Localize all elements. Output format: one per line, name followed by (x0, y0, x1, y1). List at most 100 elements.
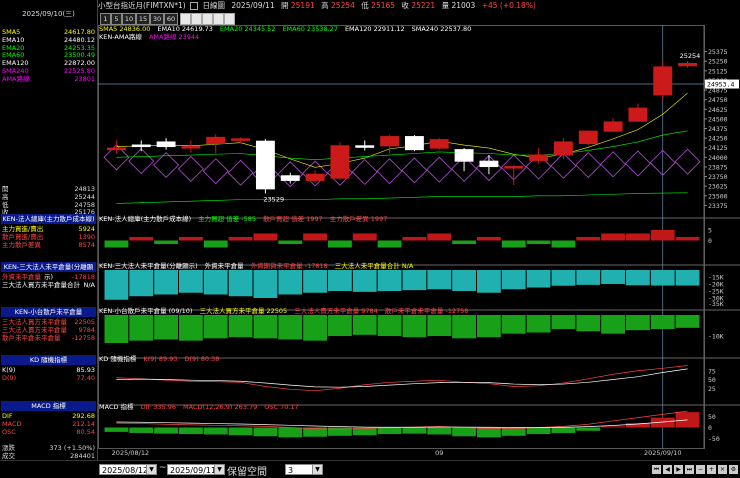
start-date-value: 2025/08/12 (102, 466, 149, 475)
high-value: 25254 (331, 1, 355, 10)
ma-line (116, 192, 688, 204)
candle-body (603, 121, 623, 132)
dropdown-icon[interactable] (190, 2, 199, 10)
chart-icon[interactable] (191, 13, 202, 25)
section-row-value: -17818 (71, 273, 95, 281)
section-header[interactable]: KD 隨機指標 (1, 355, 96, 365)
candle (305, 170, 325, 183)
zoom-in-icon[interactable]: + (707, 465, 716, 474)
zoom-out-icon[interactable]: − (696, 465, 705, 474)
y-tick-label: 24000 (708, 154, 728, 162)
settings-icon[interactable]: ⚙ (729, 465, 738, 474)
legend-entry: 主力散戶差異 1997 (329, 215, 388, 223)
bar (601, 426, 626, 428)
section-row-value: 80.54 (76, 427, 95, 436)
legend-main: SMA5 24836.00 EMA10 24619.73 EMA20 24345.5… (99, 25, 478, 33)
high-annotation: 25254 (680, 52, 701, 60)
close-icon[interactable]: × (718, 465, 727, 474)
section-header[interactable]: KEN-小台散戶未平倉量 (1, 307, 96, 317)
y-tick-label: 25125 (708, 67, 728, 75)
bar (253, 233, 278, 241)
bar (228, 315, 253, 338)
bar (402, 427, 427, 434)
first-icon[interactable]: ⏮ (652, 465, 661, 474)
interval-button-60[interactable]: 60 (164, 13, 178, 25)
section-row-value: 8574 (78, 240, 95, 249)
last-icon[interactable]: ⏭ (685, 465, 694, 474)
candle (206, 134, 226, 154)
candle (131, 140, 151, 152)
legend-entry: KD 隨機指標 (99, 355, 137, 363)
interval-button-15[interactable]: 15 (136, 13, 150, 25)
section-header[interactable]: KEN-三大法人未平倉量(分離顯示) (1, 262, 96, 281)
open-label: 開 (281, 1, 289, 10)
section-row: 三大法人賣方未平倉量 9784 (2, 326, 95, 334)
chevron-down-icon[interactable]: ▼ (312, 465, 322, 474)
y-tick-label: 75 (708, 367, 716, 375)
bar (154, 270, 179, 295)
bar (377, 315, 402, 336)
section-row-label: K(9) (2, 366, 16, 374)
low-label: 低 (361, 1, 369, 10)
ma-value: 24480.12 (63, 35, 95, 44)
bar (228, 270, 253, 297)
candle (578, 130, 598, 146)
end-date-picker[interactable]: 2025/09/11 ▼ (167, 464, 225, 475)
legend-entry: MACD 指標 (99, 403, 134, 411)
section-header[interactable]: KEN-法人總庫(主力散戶成本線) (1, 214, 96, 224)
interval-button-30[interactable]: 30 (150, 13, 164, 25)
reserve-input[interactable]: 3 ▼ (285, 464, 323, 475)
legend-entry: MACD(12,26,9) 263.79 (183, 403, 258, 411)
y-tick-label: 25375 (708, 48, 728, 56)
bar (104, 270, 129, 300)
bar (601, 270, 626, 284)
bar (551, 427, 576, 433)
ohlc-value: 24813 (74, 185, 95, 193)
section-row-value: 22505 (74, 318, 95, 326)
candle-body (678, 62, 698, 67)
interval-button-1[interactable]: 1 (100, 13, 111, 25)
legend-ama: KEN-AMA路線 AMA路線 23944 (99, 33, 206, 41)
ma-label: SMA5 (2, 28, 21, 36)
interval-button-5[interactable]: 5 (111, 13, 122, 25)
candle-body (231, 138, 251, 141)
candle (479, 155, 499, 175)
bar (278, 240, 303, 244)
candle (156, 138, 176, 150)
candle (404, 135, 424, 152)
section-row-value: 292.68 (72, 412, 95, 420)
candle-body (280, 175, 300, 181)
legend-entry: OSC 70.17 (264, 403, 299, 411)
ma-row: EMA120 22872.00 (2, 59, 95, 67)
chevron-down-icon[interactable]: ▼ (214, 465, 224, 474)
gear-icon[interactable] (213, 13, 224, 25)
legend-entry: 外資期貨未平倉量 -17818 (250, 262, 328, 270)
section-row-label: 散戶未平倉未平倉量 (2, 333, 61, 342)
footer-row: 成交 284401 (2, 452, 95, 460)
legend-entry: KEN-AMA路線 (99, 33, 142, 41)
instrument-name[interactable]: 小型台指近月(FIMTXN*1) (98, 1, 186, 10)
footer-value: 284401 (70, 451, 95, 460)
chart-area[interactable]: 23375 2350023625 23750 2387524000 2412524250… (98, 25, 740, 460)
bar (377, 270, 402, 291)
interval-button-10[interactable]: 10 (122, 13, 136, 25)
start-date-picker[interactable]: 2025/08/12 ▼ (99, 464, 157, 475)
swatch-icon[interactable] (180, 13, 191, 25)
bar (452, 270, 477, 291)
close-icon[interactable] (224, 13, 235, 25)
section-row: 主力散戶差異 8574 (2, 241, 95, 249)
low-value: 25165 (371, 1, 396, 10)
section-row-label: MACD (2, 419, 22, 428)
candle-body (504, 166, 524, 169)
chevron-down-icon[interactable]: ▼ (146, 465, 156, 474)
section-header[interactable]: MACD 指標 (1, 401, 96, 411)
section-row-value: 212.14 (72, 419, 95, 428)
bar (402, 270, 427, 291)
next-icon[interactable]: ▶ (674, 465, 683, 474)
grid-icon[interactable] (202, 13, 213, 25)
section-row-label: OSC (2, 427, 16, 436)
prev-icon[interactable]: ◀ (663, 465, 672, 474)
ma-value: 22872.00 (63, 59, 95, 68)
kd-line (116, 368, 688, 388)
bar (576, 315, 601, 332)
